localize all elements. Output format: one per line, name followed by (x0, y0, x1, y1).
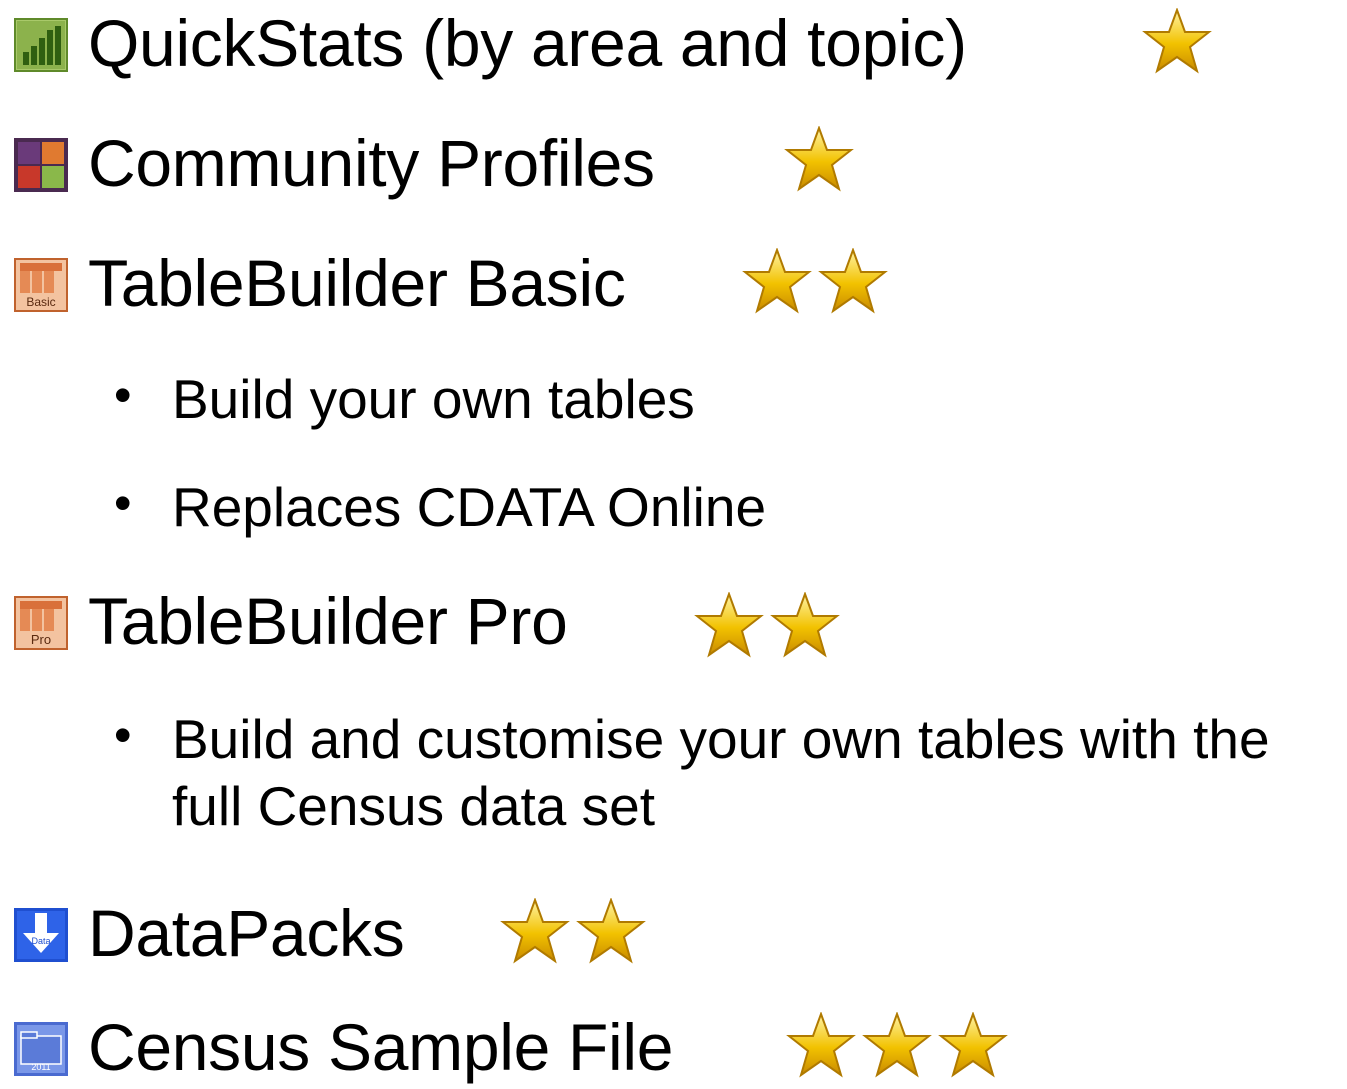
rating-stars (500, 898, 646, 964)
sub-item-label: Build your own tables (172, 368, 695, 430)
rating-stars (1142, 8, 1212, 74)
datapacks-download-icon: Data (14, 908, 68, 962)
census-sample-file-icon: 2011 (14, 1022, 68, 1076)
list-item: • Build your own tables (0, 366, 1347, 436)
item-label[interactable]: QuickStats (by area and topic) (88, 10, 967, 76)
star-icon (784, 126, 854, 192)
rating-stars (742, 248, 888, 314)
star-icon (786, 1012, 856, 1078)
star-icon (1142, 8, 1212, 74)
rating-stars (784, 126, 854, 192)
bullet: • (114, 707, 132, 763)
sub-item-label: Replaces CDATA Online (172, 476, 767, 538)
svg-text:2011: 2011 (31, 1062, 50, 1072)
svg-text:Data: Data (31, 936, 50, 946)
star-icon (742, 248, 812, 314)
item-label[interactable]: DataPacks (88, 900, 405, 966)
tablebuilder-basic-icon: Basic (14, 258, 68, 312)
star-icon (818, 248, 888, 314)
sub-item-label: Build and customise your own tables with… (172, 708, 1270, 838)
item-label[interactable]: TableBuilder Pro (88, 588, 568, 654)
bullet: • (114, 367, 132, 423)
star-icon (500, 898, 570, 964)
svg-text:Basic: Basic (26, 295, 55, 309)
star-icon (938, 1012, 1008, 1078)
star-icon (862, 1012, 932, 1078)
tablebuilder-pro-icon: Pro (14, 596, 68, 650)
bullet: • (114, 475, 132, 531)
item-label[interactable]: Community Profiles (88, 130, 655, 196)
svg-text:Pro: Pro (31, 632, 51, 647)
item-label[interactable]: TableBuilder Basic (88, 250, 626, 316)
community-profiles-grid-icon (14, 138, 68, 192)
list-item: • Build and customise your own tables wi… (0, 706, 1347, 846)
rating-stars (694, 592, 840, 658)
star-icon (770, 592, 840, 658)
rating-stars (786, 1012, 1008, 1078)
star-icon (576, 898, 646, 964)
list-item: • Replaces CDATA Online (0, 474, 1347, 544)
item-label[interactable]: Census Sample File (88, 1014, 673, 1080)
quickstats-bar-chart-icon (14, 18, 68, 72)
star-icon (694, 592, 764, 658)
